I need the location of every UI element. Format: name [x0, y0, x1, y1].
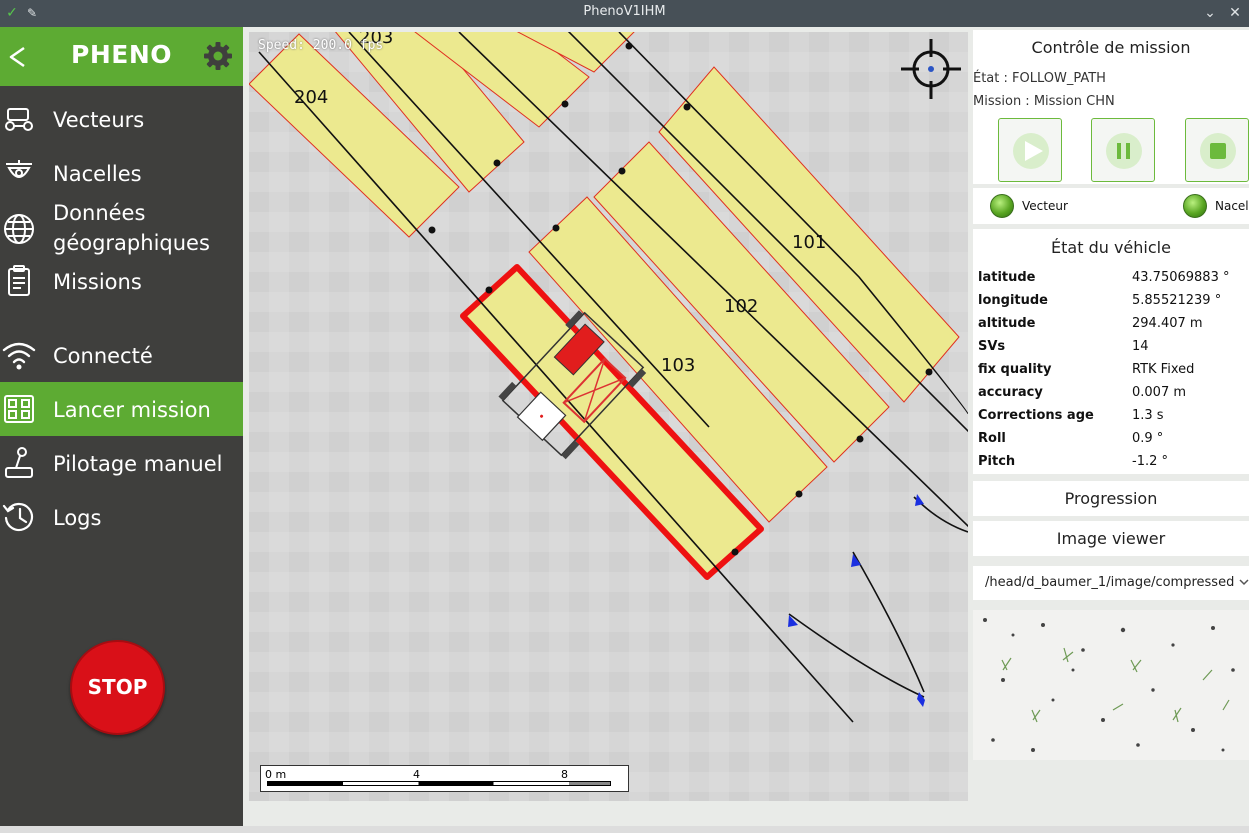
sidebar-header: PHENO: [0, 27, 243, 86]
vehicle-state-value: 43.75069883 °: [1132, 270, 1230, 285]
nacelle-status-led: [1183, 194, 1207, 218]
emergency-stop-button[interactable]: STOP: [70, 640, 165, 735]
recenter-crosshair-icon[interactable]: [899, 37, 963, 101]
sidebar-item-pilotage-manuel[interactable]: Pilotage manuel: [0, 436, 243, 490]
speed-readout: Speed: 200.0 fps: [258, 38, 384, 53]
history-icon: [2, 502, 34, 532]
pause-icon: [1117, 143, 1130, 159]
vehicle-icon: [5, 108, 33, 131]
sidebar-item-lancer-mission[interactable]: Lancer mission: [0, 382, 243, 436]
sidebar-item-missions[interactable]: Missions: [0, 254, 243, 308]
sidebar-item-connecte[interactable]: Connecté: [0, 328, 243, 382]
gear-icon[interactable]: [203, 41, 233, 71]
vehicle-state-key: latitude: [978, 270, 1036, 285]
globe-icon: [4, 214, 34, 244]
close-icon[interactable]: ✕: [1225, 3, 1245, 23]
nacelle-status-label: Nacelle: [1215, 199, 1249, 213]
status-bar: [0, 826, 1249, 833]
chevron-down-icon: [1239, 579, 1249, 586]
vehicle-state-key: fix quality: [978, 362, 1052, 377]
sidebar-item-label: Pilotage manuel: [53, 452, 223, 476]
clipboard-icon: [8, 265, 30, 296]
map-canvas[interactable]: 203 204 101 102 103: [249, 32, 968, 801]
plot-label-101: 101: [792, 232, 826, 253]
scale-tick-label: 0 m: [265, 768, 287, 781]
sidebar-item-label: Nacelles: [53, 162, 142, 186]
play-icon: [1025, 141, 1043, 161]
sidebar-item-label: Données géographiques: [53, 198, 210, 258]
vehicle-state-key: altitude: [978, 316, 1036, 331]
stop-icon: [1210, 143, 1226, 159]
image-topic-select[interactable]: /head/d_baumer_1/image/compressed: [973, 566, 1249, 600]
vehicle-state-key: Roll: [978, 431, 1006, 446]
mission-control-title: Contrôle de mission: [1031, 38, 1191, 57]
plot-label-102: 102: [724, 296, 758, 317]
grid-icon: [4, 395, 34, 423]
scale-bar-track: [267, 781, 611, 786]
scale-bar: 0 m 4 8: [260, 765, 629, 792]
sidebar-item-label: Missions: [53, 270, 142, 294]
right-panel: Contrôle de mission État : FOLLOW_PATH M…: [973, 27, 1249, 826]
mission-name-text: Mission : Mission CHN: [973, 94, 1115, 109]
vehicle-state-value: -1.2 °: [1132, 454, 1168, 469]
sidebar-item-label: Lancer mission: [53, 398, 211, 422]
vehicle-state-value: 14: [1132, 339, 1149, 354]
window-titlebar: ✓ ✎ PhenoV1IHM ⌄ ✕: [0, 0, 1249, 27]
image-viewer-title: Image viewer: [1056, 529, 1166, 548]
joystick-icon: [5, 447, 33, 478]
plot-label-204: 204: [294, 87, 328, 108]
progression-title: Progression: [1064, 489, 1158, 508]
plot-label-103: 103: [661, 355, 695, 376]
sidebar-item-nacelles[interactable]: Nacelles: [0, 146, 243, 200]
gimbal-camera-icon: [6, 160, 32, 178]
vehicle-state-value: 294.407 m: [1132, 316, 1203, 331]
sidebar-item-label-line1: Données: [53, 201, 146, 225]
progression-section[interactable]: Progression: [973, 481, 1249, 516]
play-button[interactable]: [998, 118, 1062, 182]
vehicle-state-value: 0.9 °: [1132, 431, 1164, 446]
vehicle-state-value: 1.3 s: [1132, 408, 1164, 423]
stop-mission-button[interactable]: [1185, 118, 1249, 182]
sidebar-item-label: Logs: [53, 506, 102, 530]
vecteur-status-label: Vecteur: [1022, 199, 1068, 213]
image-viewer-section[interactable]: Image viewer: [973, 521, 1249, 556]
sidebar-item-vecteurs[interactable]: Vecteurs: [0, 92, 243, 146]
image-topic-value: /head/d_baumer_1/image/compressed: [985, 575, 1235, 590]
map-view[interactable]: 203 204 101 102 103 Speed: 200.0 fps 0 m…: [249, 32, 968, 801]
vehicle-state-title: État du véhicle: [1051, 238, 1171, 257]
camera-image-preview: [973, 610, 1249, 760]
scale-tick-label: 8: [561, 768, 568, 781]
vehicle-state-section: État du véhicle latitude 43.75069883 ° l…: [973, 229, 1249, 474]
sidebar-item-label: Connecté: [53, 344, 153, 368]
mission-state-text: État : FOLLOW_PATH: [973, 71, 1106, 86]
sidebar: PHENO Vecteurs Nacelles Données géograph…: [0, 27, 243, 826]
wifi-icon: [2, 342, 36, 370]
mission-control-section: Contrôle de mission État : FOLLOW_PATH M…: [973, 30, 1249, 184]
sidebar-item-logs[interactable]: Logs: [0, 490, 243, 544]
vecteur-status-led: [990, 194, 1014, 218]
vehicle-state-key: Pitch: [978, 454, 1016, 469]
vehicle-state-value: 5.85521239 °: [1132, 293, 1222, 308]
vehicle-state-key: accuracy: [978, 385, 1043, 400]
vehicle-state-key: SVs: [978, 339, 1006, 354]
vehicle-state-value: RTK Fixed: [1132, 362, 1195, 377]
pause-button[interactable]: [1091, 118, 1155, 182]
sidebar-item-label: Vecteurs: [53, 108, 145, 132]
vehicle-state-key: longitude: [978, 293, 1048, 308]
vehicle-state-key: Corrections age: [978, 408, 1094, 423]
minimize-chevron-icon[interactable]: ⌄: [1200, 3, 1220, 23]
window-title: PhenoV1IHM: [583, 4, 666, 19]
scale-tick-label: 4: [413, 768, 420, 781]
status-indicators: Vecteur Nacelle: [973, 188, 1249, 224]
vehicle-state-value: 0.007 m: [1132, 385, 1187, 400]
